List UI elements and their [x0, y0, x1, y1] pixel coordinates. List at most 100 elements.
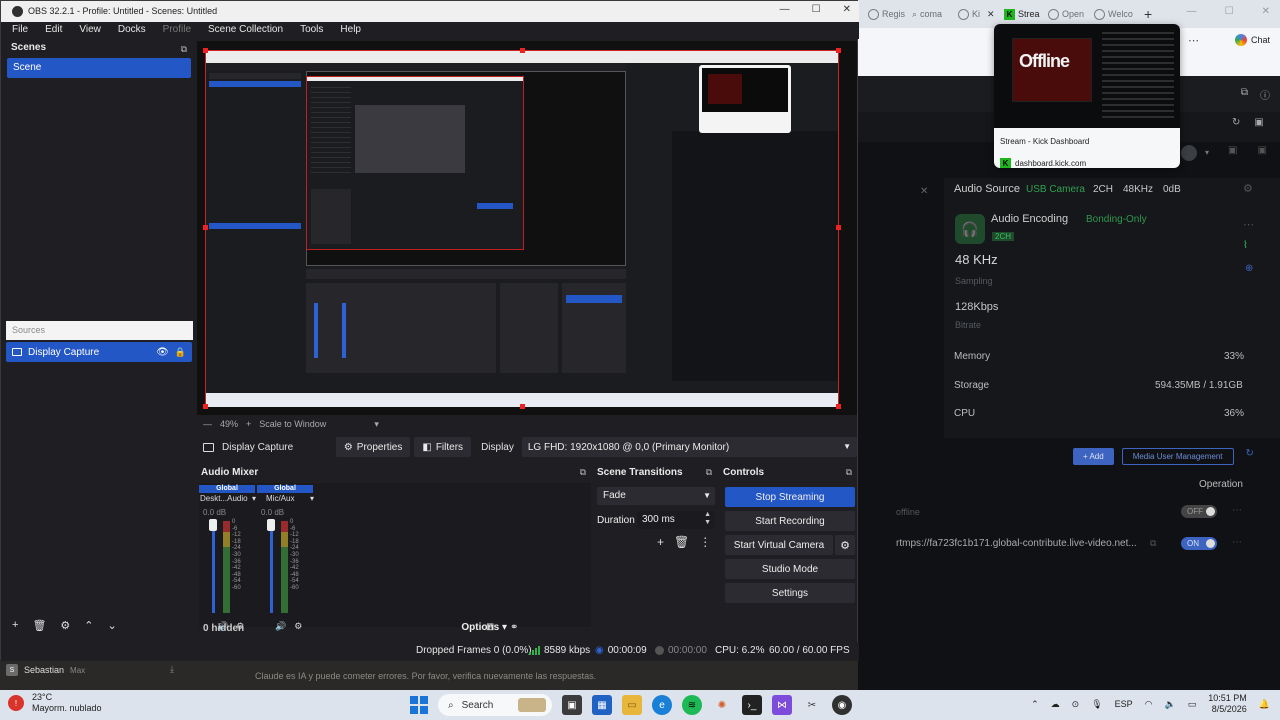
settings-icon[interactable]: ⚙ — [1243, 182, 1253, 195]
media-user-management-button[interactable]: Media User Management — [1121, 448, 1234, 465]
channel-name-select[interactable]: Deskt...Audio ▾ — [200, 494, 256, 503]
add-transition-icon[interactable]: + — [657, 535, 664, 549]
volume-slider-track[interactable] — [212, 521, 215, 613]
more-icon[interactable]: ⋮ — [699, 535, 711, 549]
terminal-icon[interactable]: ›_ — [742, 695, 762, 715]
clock[interactable]: 10:51 PM 8/5/2026 — [1208, 693, 1247, 715]
refresh-icon[interactable]: ↻ — [1246, 448, 1254, 465]
channel-name-select[interactable]: Mic/Aux ▾ — [258, 494, 314, 503]
more-icon[interactable]: ⋯ — [1243, 218, 1254, 231]
copy-icon[interactable]: ⧉ — [1150, 538, 1156, 549]
taskbar-search[interactable]: ⌕ Search — [438, 694, 552, 716]
undock-icon[interactable]: ⧉ — [580, 467, 586, 478]
more-menu-icon[interactable]: ⋯ — [1188, 34, 1199, 47]
resize-handle[interactable] — [203, 404, 208, 409]
spotify-icon[interactable]: ≋ — [682, 695, 702, 715]
close-icon[interactable]: ✕ — [843, 4, 851, 15]
plus-circle-icon[interactable]: ⊕ — [1245, 263, 1253, 274]
volume-slider-handle[interactable] — [209, 519, 217, 531]
new-tab-button[interactable]: + — [1144, 4, 1152, 24]
studio-mode-button[interactable]: Studio Mode — [725, 559, 855, 579]
chevron-down-icon[interactable]: ▾ — [1205, 148, 1209, 157]
duration-input[interactable]: 300 ms ▲ ▼ — [637, 511, 715, 529]
link-icon[interactable]: ⚭ — [510, 622, 518, 633]
menu-tools[interactable]: Tools — [289, 22, 329, 39]
resize-handle[interactable] — [836, 225, 841, 230]
layout-icon[interactable]: ▣ — [1254, 117, 1263, 128]
refresh-icon[interactable]: ↻ — [1232, 117, 1240, 128]
browser-tab-welcome[interactable]: Welco — [1094, 4, 1133, 24]
resize-handle[interactable] — [203, 225, 208, 230]
resize-handle[interactable] — [520, 48, 525, 53]
close-icon[interactable]: ✕ — [1262, 6, 1270, 17]
battery-icon[interactable]: ▭ — [1188, 699, 1197, 710]
resize-handle[interactable] — [203, 48, 208, 53]
minimize-icon[interactable]: — — [780, 4, 790, 15]
gear-icon[interactable]: ⚙ — [60, 619, 70, 637]
trash-icon[interactable]: 🗑 — [674, 535, 689, 549]
steam-icon[interactable]: ⊙ — [1072, 699, 1080, 710]
browser-tab-search[interactable]: ⌕ coma — [912, 4, 942, 24]
stop-streaming-button[interactable]: Stop Streaming — [725, 487, 855, 507]
volume-slider-handle[interactable] — [267, 519, 275, 531]
duration-stepper[interactable]: ▲ ▼ — [704, 511, 711, 527]
more-icon[interactable]: ⋯ — [1232, 505, 1242, 516]
minimize-icon[interactable]: — — [1187, 6, 1197, 17]
more-icon[interactable]: ⋯ — [1232, 537, 1242, 548]
resize-handle[interactable] — [836, 48, 841, 53]
transition-select[interactable]: Fade ▼ — [597, 487, 715, 505]
notification-bell-icon[interactable]: 🔔 — [1259, 699, 1270, 710]
weather-widget[interactable]: ! 23°C Mayorm. nublado — [8, 692, 102, 714]
start-recording-button[interactable]: Start Recording — [725, 511, 855, 531]
destination-toggle-on[interactable]: ON — [1181, 537, 1217, 550]
menu-scene-collection[interactable]: Scene Collection — [197, 22, 289, 39]
volume-icon[interactable]: 🔈 — [1165, 699, 1176, 710]
browser-tab-stream[interactable]: K Strea — [1004, 4, 1040, 24]
gear-icon[interactable]: ⚙ — [294, 621, 302, 632]
source-item-display-capture[interactable]: Display Capture 👁 🔒 — [6, 342, 192, 362]
speaker-icon[interactable]: 🔊 — [275, 621, 286, 632]
task-view-icon[interactable]: ▣ — [562, 695, 582, 715]
chevron-up-icon[interactable]: ⌃ — [1031, 699, 1039, 710]
download-icon[interactable]: ⤓ — [170, 664, 174, 675]
info-icon[interactable]: ⓘ — [1260, 87, 1270, 102]
scale-mode-select[interactable]: Scale to Window — [259, 419, 326, 429]
scene-item[interactable]: Scene — [7, 58, 191, 78]
resize-handle[interactable] — [836, 404, 841, 409]
zoom-out-icon[interactable]: — — [203, 419, 212, 429]
lock-icon[interactable]: 🔒 — [175, 347, 186, 358]
store-icon[interactable]: ▦ — [592, 695, 612, 715]
stop-icon[interactable]: ▣ — [1257, 145, 1266, 156]
chevron-down-icon[interactable]: ▾ — [374, 419, 379, 430]
virtual-camera-settings-icon[interactable]: ⚙ — [835, 535, 855, 555]
trash-icon[interactable]: 🗑 — [32, 619, 46, 637]
menu-profile[interactable]: Profile — [152, 22, 197, 39]
claude-icon[interactable]: ✺ — [712, 695, 732, 715]
add-button[interactable]: + Add — [1073, 448, 1114, 465]
filters-button[interactable]: ◧ Filters — [414, 437, 472, 457]
volume-slider-track[interactable] — [270, 521, 273, 613]
menu-help[interactable]: Help — [329, 22, 367, 39]
destination-toggle-off[interactable]: OFF — [1181, 505, 1217, 518]
undock-icon[interactable]: ⧉ — [846, 467, 852, 478]
windows-start-icon[interactable] — [410, 696, 428, 714]
display-select[interactable]: LG FHD: 1920x1080 @ 0,0 (Primary Monitor… — [521, 437, 857, 457]
browser-tab-register[interactable]: Regis — [868, 4, 905, 24]
maximize-icon[interactable]: ☐ — [1225, 6, 1234, 17]
claude-user[interactable]: S Sebastian Max — [6, 664, 85, 676]
settings-button[interactable]: Settings — [725, 583, 855, 603]
cloud-icon[interactable]: ☁ — [1051, 699, 1060, 710]
stop-icon[interactable]: ▣ — [1228, 145, 1237, 156]
language-indicator[interactable]: ESP — [1115, 699, 1133, 709]
menu-view[interactable]: View — [68, 22, 107, 39]
browser-tab-ki[interactable]: Ki ✕ — [958, 4, 995, 24]
edge-icon[interactable]: e — [652, 695, 672, 715]
move-down-icon[interactable]: ⌄ — [108, 619, 117, 637]
visibility-eye-icon[interactable]: 👁 — [156, 347, 169, 358]
maximize-icon[interactable]: ☐ — [812, 4, 821, 15]
display-capture-preview[interactable] — [203, 48, 841, 409]
add-source-icon[interactable]: + — [12, 619, 18, 637]
avatar[interactable] — [1181, 145, 1197, 161]
menu-edit[interactable]: Edit — [34, 22, 68, 39]
wifi-icon[interactable]: ◠ — [1145, 699, 1153, 710]
